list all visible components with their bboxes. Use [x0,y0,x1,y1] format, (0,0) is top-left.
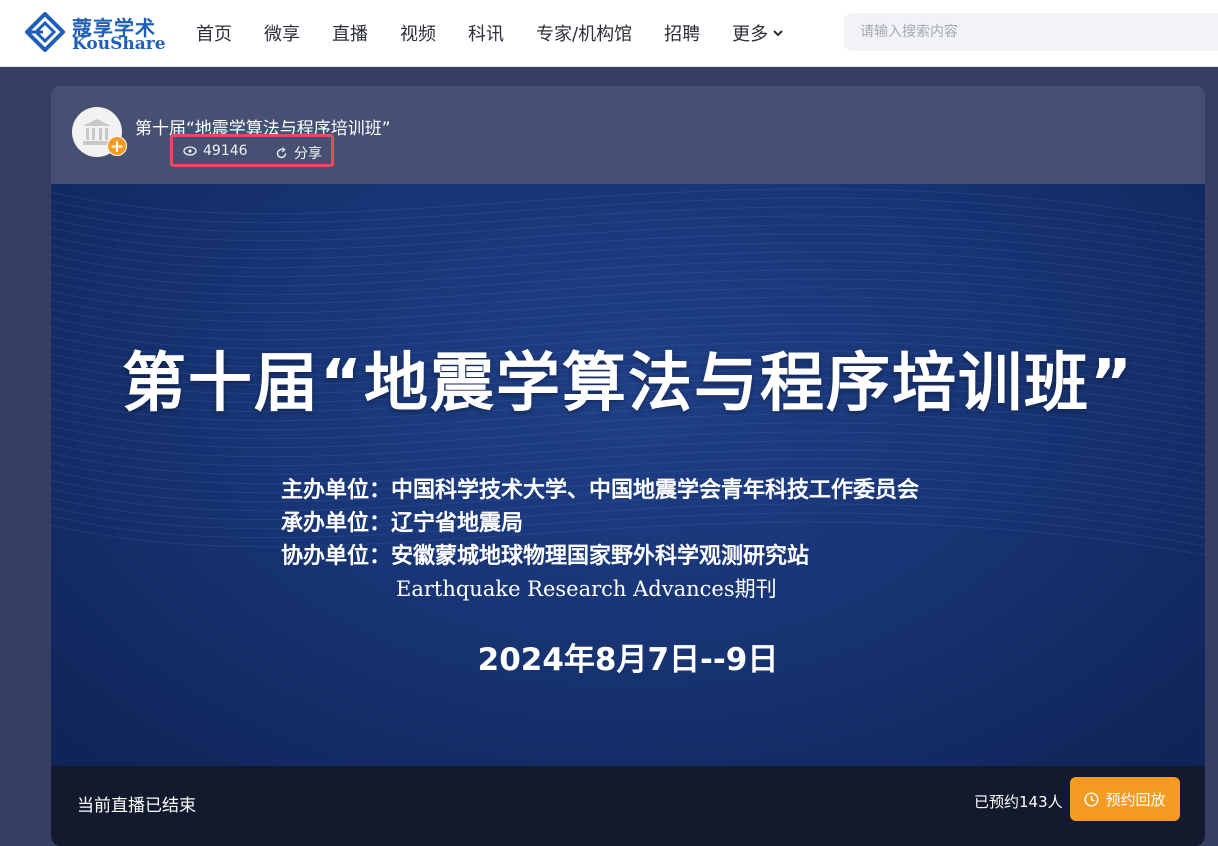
live-status-bar: 当前直播已结束 已预约143人 预约回放 [51,766,1205,846]
chevron-down-icon [773,30,783,37]
share-label: 分享 [294,146,322,162]
nav-item-news[interactable]: 科讯 [452,20,520,46]
nav-item-more[interactable]: 更多 [716,20,800,46]
poster-title: 第十届“地震学算法与程序培训班” [121,347,1135,421]
booked-count: 已预约143人 [974,793,1063,811]
nav-item-home[interactable]: 首页 [180,20,248,46]
stats-highlight-box: 49146 分享 [170,134,334,167]
eye-icon [183,146,197,156]
view-count-value: 49146 [203,143,248,159]
video-poster[interactable]: 第十届“地震学算法与程序培训班” 主办单位：中国科学技术大学、中国地震学会青年科… [51,184,1205,766]
nav-item-live[interactable]: 直播 [316,20,384,46]
poster-journal: Earthquake Research Advances期刊 [396,577,777,601]
search-input[interactable] [844,13,1218,51]
co-organizer-line: 协办单位：安徽蒙城地球物理国家野外科学观测研究站 [281,544,810,569]
follow-plus-button[interactable]: + [107,136,127,157]
share-icon [276,146,287,158]
clock-icon [1084,791,1099,807]
book-replay-label: 预约回放 [1105,790,1166,809]
brand-name-en: KouShare [72,34,166,54]
nav-item-weixiang[interactable]: 微享 [248,20,316,46]
poster-organizers: 主办单位：中国科学技术大学、中国地震学会青年科技工作委员会 承办单位：辽宁省地震… [281,474,919,573]
book-replay-button[interactable]: 预约回放 [1070,777,1180,821]
poster-date: 2024年8月7日--9日 [477,642,779,678]
organizer-line: 承办单位：辽宁省地震局 [281,511,524,536]
live-card: + 第十届“地震学算法与程序培训班” 49146 分享 第十届“地震学算法与程序… [51,86,1205,846]
share-button[interactable]: 分享 [275,143,322,163]
top-navigation-bar: 蔻享学术 KouShare 首页 微享 直播 视频 科讯 专家/机构馆 招聘 更… [0,0,1218,67]
koushare-logo-icon [25,12,65,52]
view-count: 49146 [183,143,248,159]
site-logo[interactable]: 蔻享学术 KouShare [25,12,166,54]
main-nav: 首页 微享 直播 视频 科讯 专家/机构馆 招聘 更多 [180,0,800,66]
nav-item-experts[interactable]: 专家/机构馆 [520,20,648,46]
host-line: 主办单位：中国科学技术大学、中国地震学会青年科技工作委员会 [281,478,920,503]
nav-more-label: 更多 [732,24,769,45]
nav-item-jobs[interactable]: 招聘 [648,20,716,46]
live-ended-text: 当前直播已结束 [77,796,196,816]
nav-item-video[interactable]: 视频 [384,20,452,46]
live-header: + 第十届“地震学算法与程序培训班” 49146 分享 [51,86,1205,184]
